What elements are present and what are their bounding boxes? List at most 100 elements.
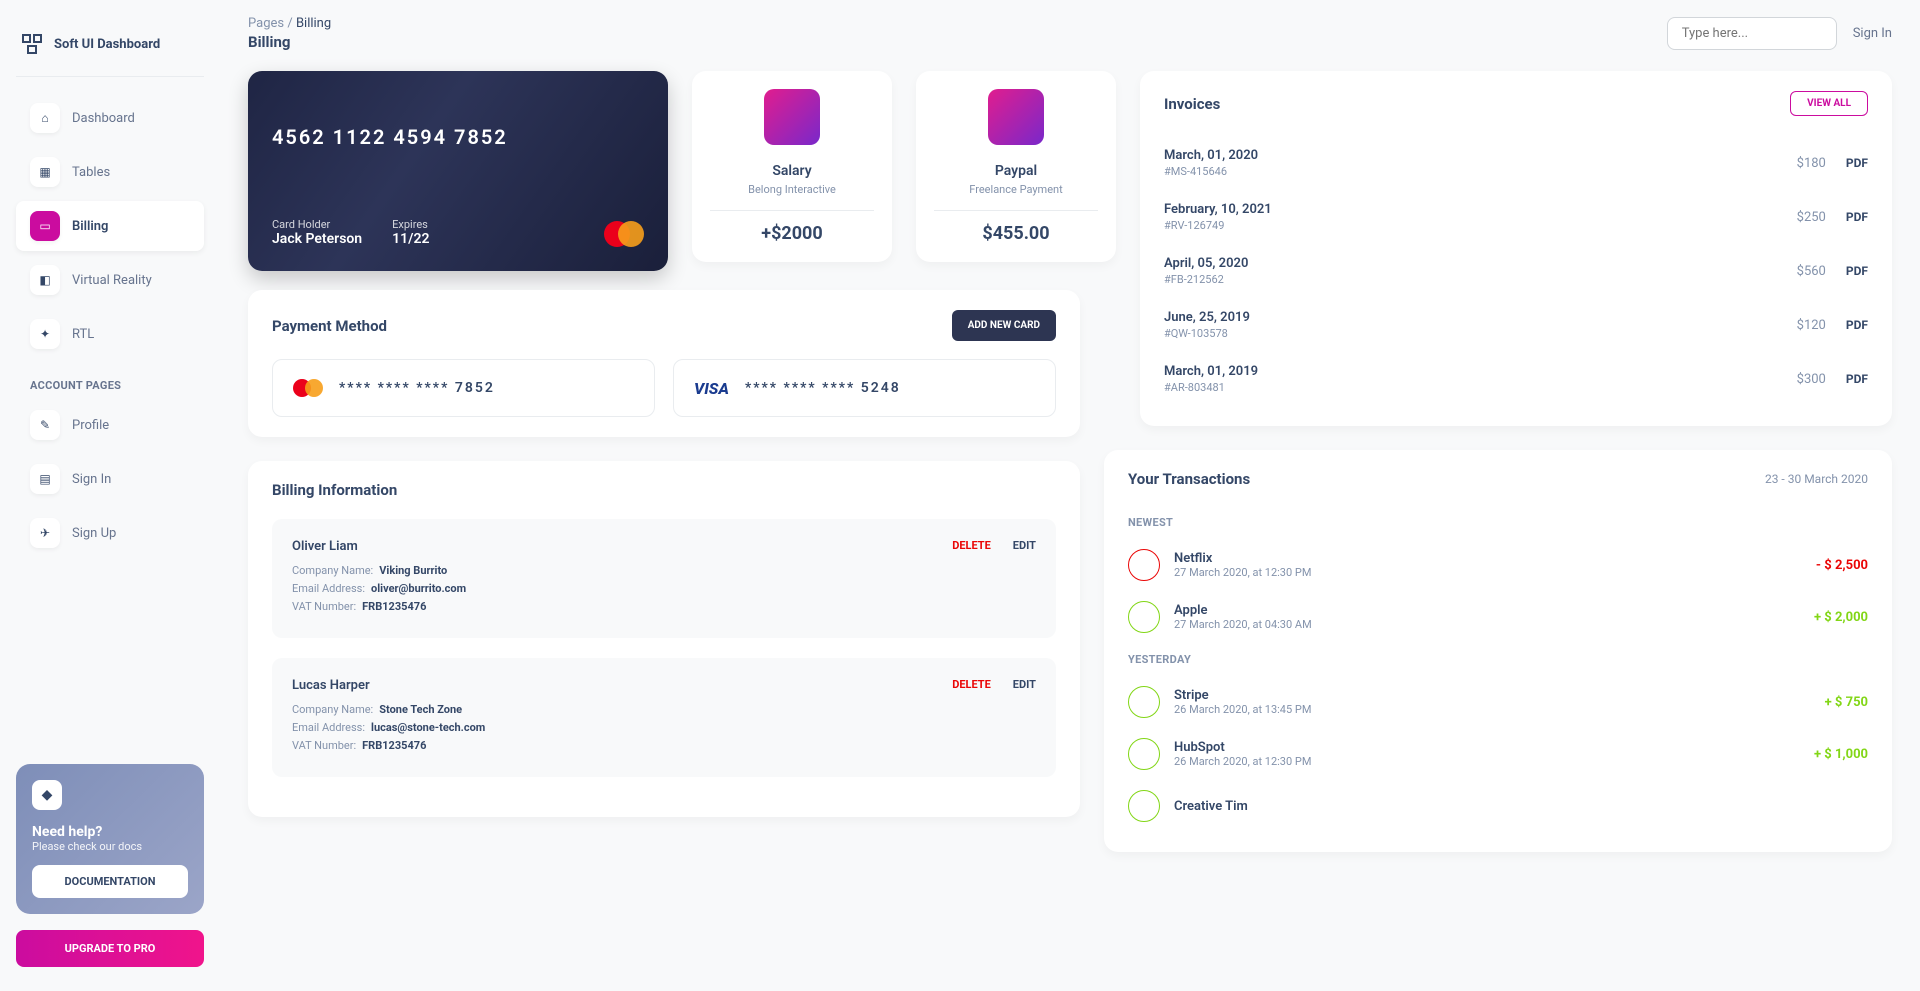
transaction-name: Apple bbox=[1174, 603, 1312, 618]
salary-icon bbox=[764, 89, 820, 145]
delete-button[interactable]: DELETE bbox=[952, 678, 991, 691]
view-all-button[interactable]: VIEW ALL bbox=[1790, 91, 1868, 116]
help-card: ◆ Need help? Please check our docs DOCUM… bbox=[16, 764, 204, 914]
transaction-row: Creative Tim bbox=[1128, 780, 1868, 832]
sidebar: Soft UI Dashboard ⌂Dashboard ▦Tables ▭Bi… bbox=[0, 0, 220, 991]
pdf-link[interactable]: PDF bbox=[1846, 372, 1868, 386]
invoice-row: March, 01, 2020 #MS-415646 $180 PDF bbox=[1164, 136, 1868, 190]
mastercard-icon bbox=[604, 221, 644, 247]
mini-title: Paypal bbox=[934, 163, 1098, 179]
invoice-amount: $180 bbox=[1797, 156, 1826, 171]
transaction-row: Netflix 27 March 2020, at 12:30 PM - $ 2… bbox=[1128, 539, 1868, 591]
pdf-link[interactable]: PDF bbox=[1846, 210, 1868, 224]
invoice-amount: $250 bbox=[1797, 210, 1826, 225]
nav-label: Profile bbox=[72, 418, 109, 433]
transaction-date: 27 March 2020, at 04:30 AM bbox=[1174, 618, 1312, 631]
card-number: 4562 1122 4594 7852 bbox=[272, 125, 644, 149]
arrow-up-icon bbox=[1128, 686, 1160, 718]
pdf-link[interactable]: PDF bbox=[1846, 156, 1868, 170]
upgrade-button[interactable]: UPGRADE TO PRO bbox=[16, 930, 204, 967]
signin-link[interactable]: Sign In bbox=[1853, 26, 1892, 41]
transaction-amount: + $ 750 bbox=[1825, 695, 1868, 710]
brand[interactable]: Soft UI Dashboard bbox=[16, 24, 204, 77]
invoice-amount: $120 bbox=[1797, 318, 1826, 333]
invoice-date: June, 25, 2019 bbox=[1164, 310, 1250, 325]
billing-info-card: Billing Information Oliver Liam Company … bbox=[248, 461, 1080, 817]
arrow-up-icon bbox=[1128, 790, 1160, 822]
card-expires-label: Expires bbox=[392, 218, 429, 231]
nav-billing[interactable]: ▭Billing bbox=[16, 201, 204, 251]
card-expires-value: 11/22 bbox=[392, 231, 429, 247]
billing-title: Billing Information bbox=[272, 481, 1056, 499]
transaction-row: Stripe 26 March 2020, at 13:45 PM + $ 75… bbox=[1128, 676, 1868, 728]
transaction-amount: - $ 2,500 bbox=[1816, 558, 1868, 573]
search-input[interactable] bbox=[1667, 17, 1837, 50]
invoice-amount: $560 bbox=[1797, 264, 1826, 279]
mini-subtitle: Freelance Payment bbox=[934, 183, 1098, 196]
billing-vat: VAT Number:FRB1235476 bbox=[292, 600, 466, 613]
invoice-row: April, 05, 2020 #FB-212562 $560 PDF bbox=[1164, 244, 1868, 298]
nav-heading: ACCOUNT PAGES bbox=[16, 363, 204, 400]
nav-tables[interactable]: ▦Tables bbox=[16, 147, 204, 197]
nav-profile[interactable]: ✎Profile bbox=[16, 400, 204, 450]
transaction-date: 26 March 2020, at 13:45 PM bbox=[1174, 703, 1311, 716]
rtl-icon: ✦ bbox=[30, 319, 60, 349]
mini-amount: $455.00 bbox=[934, 223, 1098, 244]
credit-card: 4562 1122 4594 7852 Card Holder Jack Pet… bbox=[248, 71, 668, 271]
nav-label: Tables bbox=[72, 165, 110, 180]
help-title: Need help? bbox=[32, 824, 188, 840]
card-number: **** **** **** 5248 bbox=[745, 380, 901, 396]
visa-icon: VISA bbox=[694, 379, 729, 398]
edit-button[interactable]: EDIT bbox=[1013, 539, 1036, 552]
home-icon: ⌂ bbox=[30, 103, 60, 133]
arrow-up-icon bbox=[1128, 601, 1160, 633]
nav-rtl[interactable]: ✦RTL bbox=[16, 309, 204, 359]
mini-subtitle: Belong Interactive bbox=[710, 183, 874, 196]
pdf-link[interactable]: PDF bbox=[1846, 264, 1868, 278]
nav-signin[interactable]: ▤ Sign In bbox=[16, 454, 204, 504]
mini-title: Salary bbox=[710, 163, 874, 179]
nav-dashboard[interactable]: ⌂Dashboard bbox=[16, 93, 204, 143]
invoice-date: February, 10, 2021 bbox=[1164, 202, 1272, 217]
transaction-row: Apple 27 March 2020, at 04:30 AM + $ 2,0… bbox=[1128, 591, 1868, 643]
invoice-id: #MS-415646 bbox=[1164, 165, 1258, 178]
transactions-range: 23 - 30 March 2020 bbox=[1765, 472, 1868, 486]
breadcrumb-root[interactable]: Pages bbox=[248, 16, 284, 31]
transaction-name: HubSpot bbox=[1174, 740, 1311, 755]
documentation-button[interactable]: DOCUMENTATION bbox=[32, 865, 188, 898]
invoice-row: March, 01, 2019 #AR-803481 $300 PDF bbox=[1164, 352, 1868, 406]
transactions-card: Your Transactions 23 - 30 March 2020 NEW… bbox=[1104, 450, 1892, 852]
help-subtitle: Please check our docs bbox=[32, 840, 188, 853]
billing-entry: Lucas Harper Company Name:Stone Tech Zon… bbox=[272, 658, 1056, 777]
card-icon: ▭ bbox=[30, 211, 60, 241]
invoice-date: April, 05, 2020 bbox=[1164, 256, 1248, 271]
billing-email: Email Address:lucas@stone-tech.com bbox=[292, 721, 485, 734]
signin-icon: ▤ bbox=[30, 464, 60, 494]
card-number: **** **** **** 7852 bbox=[339, 380, 495, 396]
invoice-id: #FB-212562 bbox=[1164, 273, 1248, 286]
paypal-card: Paypal Freelance Payment $455.00 bbox=[916, 71, 1116, 262]
arrow-down-icon bbox=[1128, 549, 1160, 581]
breadcrumb: Pages / Billing bbox=[248, 16, 331, 31]
delete-button[interactable]: DELETE bbox=[952, 539, 991, 552]
transaction-name: Stripe bbox=[1174, 688, 1311, 703]
breadcrumb-current: Billing bbox=[296, 16, 331, 31]
invoice-row: June, 25, 2019 #QW-103578 $120 PDF bbox=[1164, 298, 1868, 352]
tx-section-newest: NEWEST bbox=[1128, 506, 1868, 539]
pdf-link[interactable]: PDF bbox=[1846, 318, 1868, 332]
vr-icon: ◧ bbox=[30, 265, 60, 295]
payment-method-title: Payment Method bbox=[272, 317, 387, 335]
nav-signup[interactable]: ✈Sign Up bbox=[16, 508, 204, 558]
nav-label: Sign Up bbox=[72, 526, 116, 541]
nav-label: Sign In bbox=[72, 472, 111, 487]
invoice-id: #RV-126749 bbox=[1164, 219, 1272, 232]
card-holder-label: Card Holder bbox=[272, 218, 362, 231]
mastercard-icon bbox=[293, 378, 323, 398]
nav-vr[interactable]: ◧ Virtual Reality bbox=[16, 255, 204, 305]
page-title: Billing bbox=[248, 33, 331, 51]
edit-button[interactable]: EDIT bbox=[1013, 678, 1036, 691]
nav-label: Virtual Reality bbox=[72, 273, 152, 288]
transaction-row: HubSpot 26 March 2020, at 12:30 PM + $ 1… bbox=[1128, 728, 1868, 780]
billing-vat: VAT Number:FRB1235476 bbox=[292, 739, 485, 752]
add-card-button[interactable]: ADD NEW CARD bbox=[952, 310, 1056, 341]
